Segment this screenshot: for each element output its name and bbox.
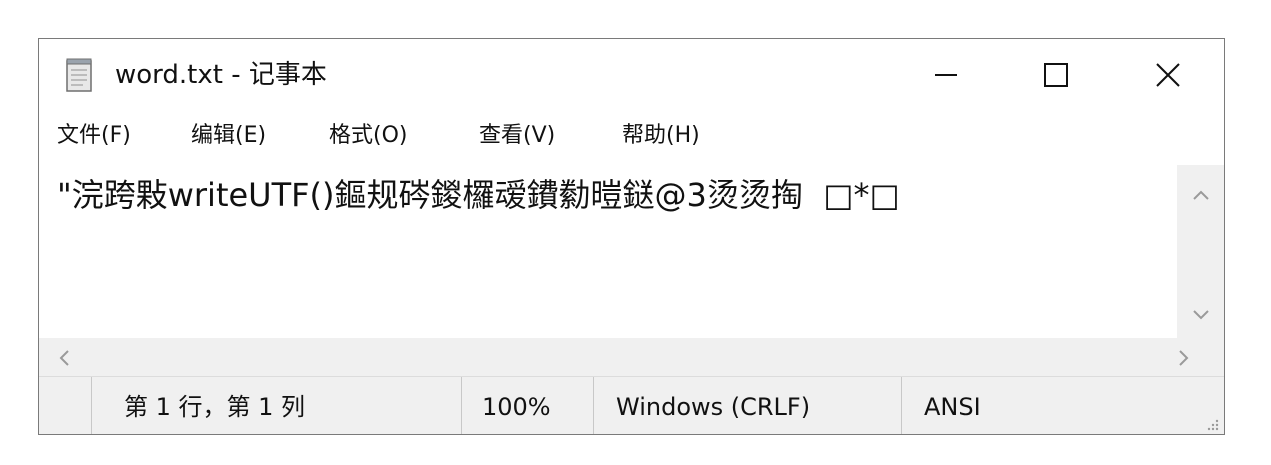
status-bar: 第 1 行，第 1 列 100% Windows (CRLF) ANSI <box>39 376 1224 434</box>
scroll-up-icon[interactable] <box>1192 187 1210 201</box>
close-button[interactable] <box>1113 39 1223 111</box>
status-zoom: 100% <box>482 393 551 421</box>
resize-grip-icon[interactable] <box>1204 416 1220 432</box>
scroll-left-icon[interactable] <box>57 349 71 367</box>
status-line-ending-cell: Windows (CRLF) <box>593 377 901 434</box>
minimize-button[interactable] <box>891 39 1001 111</box>
maximize-icon <box>1043 62 1069 88</box>
menu-view[interactable]: 查看(V) <box>479 121 555 151</box>
editor-content[interactable]: "浣跨敤writeUTF()鏂规硶鍐欏叆鐨勬暟鎹@3烫烫掏 □*□ <box>57 173 900 217</box>
window-title: word.txt - 记事本 <box>115 60 327 90</box>
status-encoding-cell: ANSI <box>901 377 1224 434</box>
close-icon <box>1154 61 1182 89</box>
scroll-down-icon[interactable] <box>1192 307 1210 321</box>
horizontal-scrollbar[interactable] <box>39 338 1224 376</box>
menu-format[interactable]: 格式(O) <box>329 121 407 151</box>
maximize-button[interactable] <box>1001 39 1111 111</box>
vertical-scrollbar[interactable] <box>1177 165 1224 338</box>
status-position-cell: 第 1 行，第 1 列 <box>91 377 461 434</box>
menu-bar: 文件(F) 编辑(E) 格式(O) 查看(V) 帮助(H) <box>39 113 1224 163</box>
notepad-icon <box>65 57 95 93</box>
text-editor-area[interactable]: "浣跨敤writeUTF()鏂规硶鍐欏叆鐨勬暟鎹@3烫烫掏 □*□ <box>39 165 1177 338</box>
menu-file[interactable]: 文件(F) <box>57 121 131 151</box>
title-bar[interactable]: word.txt - 记事本 <box>39 39 1224 111</box>
minimize-icon <box>933 62 959 88</box>
notepad-window: word.txt - 记事本 文件(F) 编辑(E) 格式(O) 查看(V) 帮… <box>38 38 1225 435</box>
status-line-ending: Windows (CRLF) <box>616 393 811 421</box>
status-zoom-cell: 100% <box>461 377 593 434</box>
status-position: 第 1 行，第 1 列 <box>124 393 306 421</box>
scroll-right-icon[interactable] <box>1177 349 1191 367</box>
status-encoding: ANSI <box>924 393 981 421</box>
menu-edit[interactable]: 编辑(E) <box>191 121 266 151</box>
menu-help[interactable]: 帮助(H) <box>622 121 700 151</box>
